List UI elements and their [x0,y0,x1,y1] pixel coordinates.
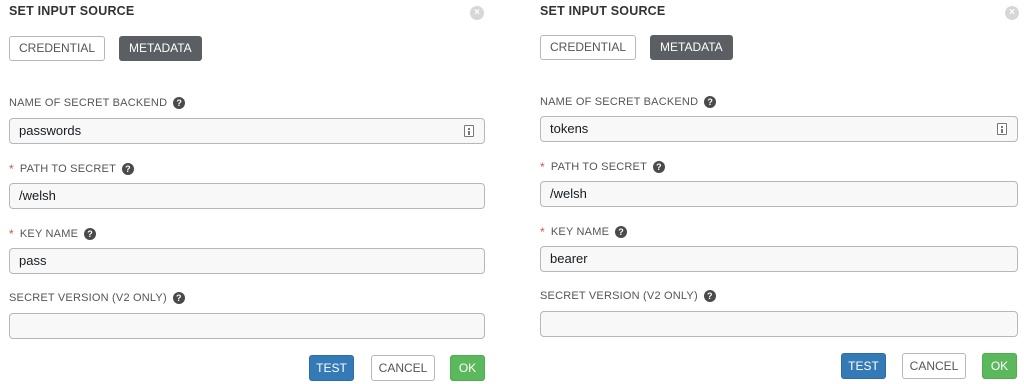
path-to-secret-label: * PATH TO SECRET ? [540,160,665,174]
path-to-secret-input[interactable]: /welsh [540,181,1018,207]
source-tabs: CREDENTIAL METADATA [540,35,733,60]
help-icon[interactable]: ? [172,292,185,304]
help-icon[interactable]: ? [122,163,134,175]
help-icon[interactable]: ? [704,96,717,108]
secret-backend-input[interactable]: passwords [9,118,485,144]
path-to-secret-label-text: PATH TO SECRET [19,163,116,175]
secret-backend-label: NAME OF SECRET BACKEND ? [540,96,717,108]
key-name-value: pass [19,253,47,268]
path-to-secret-value: /welsh [19,188,56,203]
required-marker: * [9,227,14,241]
secret-version-label: SECRET VERSION (V2 ONLY) ? [540,290,716,302]
secret-version-label-text: SECRET VERSION (V2 ONLY) [540,290,698,302]
path-to-secret-input[interactable]: /welsh [9,183,485,209]
secret-backend-label-text: NAME OF SECRET BACKEND [540,96,699,108]
panel-title: SET INPUT SOURCE [540,4,666,18]
required-marker: * [540,160,545,174]
key-name-input[interactable]: bearer [540,246,1018,272]
secret-backend-label: NAME OF SECRET BACKEND ? [9,97,186,109]
path-to-secret-value: /welsh [550,186,587,201]
key-name-label: * KEY NAME ? [9,227,97,241]
ok-button[interactable]: OK [982,353,1017,379]
key-name-input[interactable]: pass [9,248,485,274]
secret-version-label-text: SECRET VERSION (V2 ONLY) [9,292,167,304]
secret-backend-label-text: NAME OF SECRET BACKEND [9,97,168,109]
secret-version-input[interactable] [9,313,485,339]
required-marker: * [540,225,545,239]
close-icon[interactable]: × [470,6,484,20]
help-icon[interactable]: ? [84,228,97,240]
help-icon[interactable]: ? [653,161,665,173]
lookup-icon[interactable] [464,125,474,137]
secret-version-input[interactable] [540,311,1018,337]
secret-version-label: SECRET VERSION (V2 ONLY) ? [9,292,185,304]
required-marker: * [9,162,14,176]
cancel-button[interactable]: CANCEL [371,355,435,381]
panel-title: SET INPUT SOURCE [9,4,135,18]
help-icon[interactable]: ? [703,290,716,302]
path-to-secret-label: * PATH TO SECRET ? [9,162,134,176]
key-name-label-text: KEY NAME [550,226,610,238]
tab-credential[interactable]: CREDENTIAL [540,35,637,60]
help-icon[interactable]: ? [615,226,628,238]
source-tabs: CREDENTIAL METADATA [9,36,202,61]
tab-metadata[interactable]: METADATA [650,35,733,60]
key-name-label-text: KEY NAME [19,228,79,240]
test-button[interactable]: TEST [841,353,886,379]
close-icon[interactable]: × [1005,6,1019,20]
lookup-icon[interactable] [997,123,1007,135]
secret-backend-value: passwords [19,123,82,138]
test-button[interactable]: TEST [309,355,354,381]
input-source-panel-left: SET INPUT SOURCE × CREDENTIAL METADATA N… [0,0,500,384]
help-icon[interactable]: ? [173,97,186,109]
secret-backend-value: tokens [550,121,589,136]
key-name-value: bearer [550,251,588,266]
cancel-button[interactable]: CANCEL [902,353,966,379]
input-source-panel-right: SET INPUT SOURCE × CREDENTIAL METADATA N… [531,0,1024,384]
ok-button[interactable]: OK [450,355,485,381]
secret-backend-input[interactable]: tokens [540,116,1018,142]
tab-credential[interactable]: CREDENTIAL [9,36,106,61]
path-to-secret-label-text: PATH TO SECRET [550,161,647,173]
tab-metadata[interactable]: METADATA [119,36,202,61]
key-name-label: * KEY NAME ? [540,225,628,239]
